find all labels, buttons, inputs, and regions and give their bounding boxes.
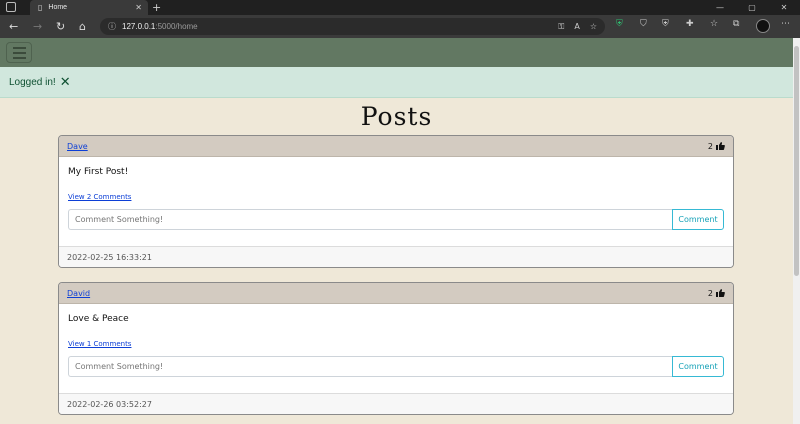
view-comments-link[interactable]: View 1 Comments — [68, 340, 131, 348]
close-window-button[interactable]: ✕ — [768, 0, 800, 15]
window-controls: — ▢ ✕ — [704, 0, 800, 15]
maximize-button[interactable]: ▢ — [736, 0, 768, 15]
favorite-add-icon[interactable]: ☆ — [590, 22, 597, 32]
favorites-icon[interactable]: ☆ — [710, 19, 718, 29]
forward-icon[interactable]: → — [33, 18, 42, 35]
comment-input[interactable] — [68, 209, 672, 230]
site-info-icon[interactable]: ⓘ — [108, 21, 116, 32]
menu-icon[interactable]: ⋯ — [781, 19, 790, 29]
comment-button[interactable]: Comment — [672, 209, 724, 230]
puzzle-extension-icon[interactable]: ✚ — [686, 19, 694, 29]
scrollbar-thumb[interactable] — [794, 46, 799, 276]
alert-message: Logged in! — [9, 76, 56, 88]
post-text: My First Post! — [68, 167, 129, 177]
url-path: :5000/home — [155, 22, 198, 31]
hamburger-line — [12, 51, 26, 54]
like-count: 2 — [707, 288, 713, 298]
menu-toggle-button[interactable] — [6, 42, 32, 63]
home-icon[interactable]: ⌂ — [79, 18, 86, 35]
comment-input[interactable] — [68, 356, 672, 377]
flash-alert: Logged in! ✕ — [0, 67, 793, 98]
page-title: Posts — [360, 102, 433, 131]
post-author-link[interactable]: David — [67, 289, 90, 298]
privacy-extension-icon[interactable]: ⛨ — [662, 19, 669, 29]
thumbs-up-icon[interactable] — [716, 142, 725, 150]
url-host: 127.0.0.1 — [122, 22, 156, 31]
address-bar-actions: ⚿ A ☆ — [558, 22, 597, 32]
comment-button[interactable]: Comment — [672, 356, 724, 377]
post-header: David 2 — [59, 283, 733, 304]
page-icon: ▯ — [38, 3, 43, 12]
tab-title: Home — [48, 4, 68, 11]
comment-form: Comment — [68, 356, 724, 377]
post-card: Dave 2 My First Post! View 2 Comments Co… — [58, 135, 734, 268]
read-aloud-icon[interactable]: A — [574, 22, 579, 32]
post-date: 2022-02-26 03:52:27 — [59, 393, 733, 414]
collections-icon[interactable]: ⧉ — [733, 19, 739, 29]
tracking-extension-icon[interactable]: ⛉ — [640, 19, 647, 29]
url-text[interactable]: 127.0.0.1:5000/home — [122, 22, 198, 31]
post-text: Love & Peace — [68, 314, 129, 324]
post-header: Dave 2 — [59, 136, 733, 157]
like-group: 2 — [708, 142, 725, 151]
tab-actions-icon[interactable] — [6, 2, 16, 12]
comment-form: Comment — [68, 209, 724, 230]
post-author-link[interactable]: Dave — [67, 142, 88, 151]
post-card: David 2 Love & Peace View 1 Comments Com… — [58, 282, 734, 415]
shield-extension-icon[interactable]: ⛨ — [616, 19, 623, 29]
reload-icon[interactable]: ↻ — [56, 18, 65, 35]
back-icon[interactable]: ← — [9, 18, 18, 35]
page-content: Logged in! ✕ Posts Dave 2 My First Post!… — [0, 38, 793, 424]
tab-close-icon[interactable]: ✕ — [135, 3, 142, 12]
app-navbar — [0, 38, 793, 67]
tab-home[interactable]: ▯ Home ✕ — [30, 0, 148, 15]
browser-toolbar: ← → ↻ ⌂ ⓘ 127.0.0.1:5000/home ⚿ A ☆ ⛨ ⛉ … — [0, 15, 800, 38]
address-bar[interactable]: ⓘ 127.0.0.1:5000/home ⚿ A ☆ — [100, 18, 605, 35]
post-date: 2022-02-25 16:33:21 — [59, 246, 733, 267]
key-icon[interactable]: ⚿ — [558, 22, 564, 32]
post-body: Love & Peace View 1 Comments Comment — [59, 314, 733, 377]
new-tab-button[interactable]: + — [152, 0, 161, 15]
page-scrollbar[interactable] — [793, 38, 800, 424]
like-group: 2 — [708, 289, 725, 298]
browser-window: ▯ Home ✕ + — ▢ ✕ ← → ↻ ⌂ ⓘ 127.0.0.1:500… — [0, 0, 800, 424]
minimize-button[interactable]: — — [704, 0, 736, 15]
thumbs-up-icon[interactable] — [716, 289, 725, 297]
hamburger-line — [12, 56, 26, 59]
like-count: 2 — [707, 141, 713, 151]
title-bar: ▯ Home ✕ + — ▢ ✕ — [0, 0, 800, 15]
view-comments-link[interactable]: View 2 Comments — [68, 193, 131, 201]
alert-close-icon[interactable]: ✕ — [60, 76, 71, 89]
hamburger-line — [12, 46, 26, 49]
post-body: My First Post! View 2 Comments Comment — [59, 167, 733, 230]
profile-avatar[interactable] — [756, 19, 770, 33]
